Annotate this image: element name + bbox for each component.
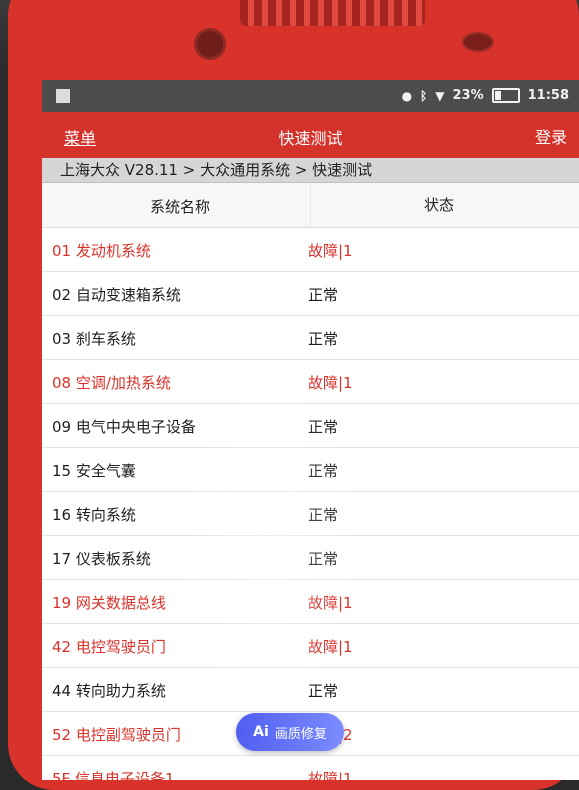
speaker-grille [240, 0, 425, 26]
system-name: 03 刹车系统 [52, 330, 136, 348]
system-name: 08 空调/加热系统 [52, 374, 171, 392]
login-button[interactable]: 登录 [535, 124, 567, 148]
clock: 11:58 [527, 88, 569, 103]
system-status: 故障|1 [308, 374, 353, 392]
table-header: 系统名称 状态 [42, 183, 579, 228]
system-status: 正常 [308, 418, 339, 436]
ai-enhance-label: 画质修复 [274, 726, 327, 742]
page-title: 快速测试 [278, 129, 343, 148]
system-status: 故障|1 [308, 594, 353, 612]
table-row[interactable]: 03 刹车系统 正常 [42, 316, 579, 360]
title-bar: 菜单 快速测试 登录 [42, 112, 579, 158]
column-divider [310, 183, 311, 227]
system-status: 正常 [308, 550, 339, 568]
table-row[interactable]: 09 电气中央电子设备 正常 [42, 404, 579, 448]
location-icon: ● [401, 88, 413, 103]
table-row[interactable]: 42 电控驾驶员门 故障|1 [42, 624, 579, 668]
table-row[interactable]: 08 空调/加热系统 故障|1 [42, 360, 579, 404]
battery-icon [491, 88, 520, 103]
table-row[interactable]: 19 网关数据总线 故障|1 [42, 580, 579, 624]
system-name: 09 电气中央电子设备 [52, 418, 196, 436]
system-status: 故障|1 [308, 638, 353, 656]
ai-enhance-button[interactable]: Ai 画质修复 [236, 713, 344, 751]
ai-icon: Ai [253, 724, 269, 740]
bluetooth-icon: ᛒ [420, 88, 428, 103]
system-name: 15 安全气囊 [52, 462, 136, 480]
system-status: 正常 [308, 506, 339, 524]
system-name: 5F 信息电子设备1 [52, 770, 175, 780]
breadcrumb: 上海大众 V28.11 > 大众通用系统 > 快速测试 [42, 158, 579, 183]
table-row[interactable]: 17 仪表板系统 正常 [42, 536, 579, 580]
system-name: 16 转向系统 [52, 506, 136, 524]
system-name: 19 网关数据总线 [52, 594, 166, 612]
system-name: 52 电控副驾驶员门 [52, 726, 181, 744]
system-status: 正常 [308, 682, 339, 700]
table-row[interactable]: 5F 信息电子设备1 故障|1 [42, 756, 579, 780]
system-name: 17 仪表板系统 [52, 550, 151, 568]
system-list: 01 发动机系统 故障|1 02 自动变速箱系统 正常 03 刹车系统 正常 08 空调/加… [42, 228, 579, 780]
system-status: 正常 [308, 330, 339, 348]
system-name: 01 发动机系统 [52, 242, 151, 260]
status-bar: ● ᛒ ▼ 23% 11:58 [42, 80, 579, 112]
battery-percent: 23% [452, 88, 484, 103]
table-row[interactable]: 01 发动机系统 故障|1 [42, 228, 579, 272]
sensor-icon [462, 32, 494, 52]
wifi-icon: ▼ [435, 88, 445, 103]
column-header-status: 状态 [424, 196, 455, 214]
system-name: 42 电控驾驶员门 [52, 638, 166, 656]
notification-icon [56, 89, 70, 103]
camera-icon [194, 28, 226, 60]
system-status: 正常 [308, 286, 339, 304]
table-row[interactable]: 44 转向助力系统 正常 [42, 668, 579, 712]
table-row[interactable]: 16 转向系统 正常 [42, 492, 579, 536]
status-bar-right: ● ᛒ ▼ 23% 11:58 [402, 88, 569, 103]
system-status: 正常 [308, 462, 339, 480]
table-row[interactable]: 02 自动变速箱系统 正常 [42, 272, 579, 316]
table-row[interactable]: 15 安全气囊 正常 [42, 448, 579, 492]
system-status: 故障|1 [308, 770, 353, 780]
column-header-name: 系统名称 [150, 198, 211, 216]
system-name: 44 转向助力系统 [52, 682, 166, 700]
system-status: 故障|1 [308, 242, 353, 260]
device-screen: ● ᛒ ▼ 23% 11:58 菜单 快速测试 登录 上海大众 V28.11 >… [42, 80, 579, 780]
system-name: 02 自动变速箱系统 [52, 286, 181, 304]
